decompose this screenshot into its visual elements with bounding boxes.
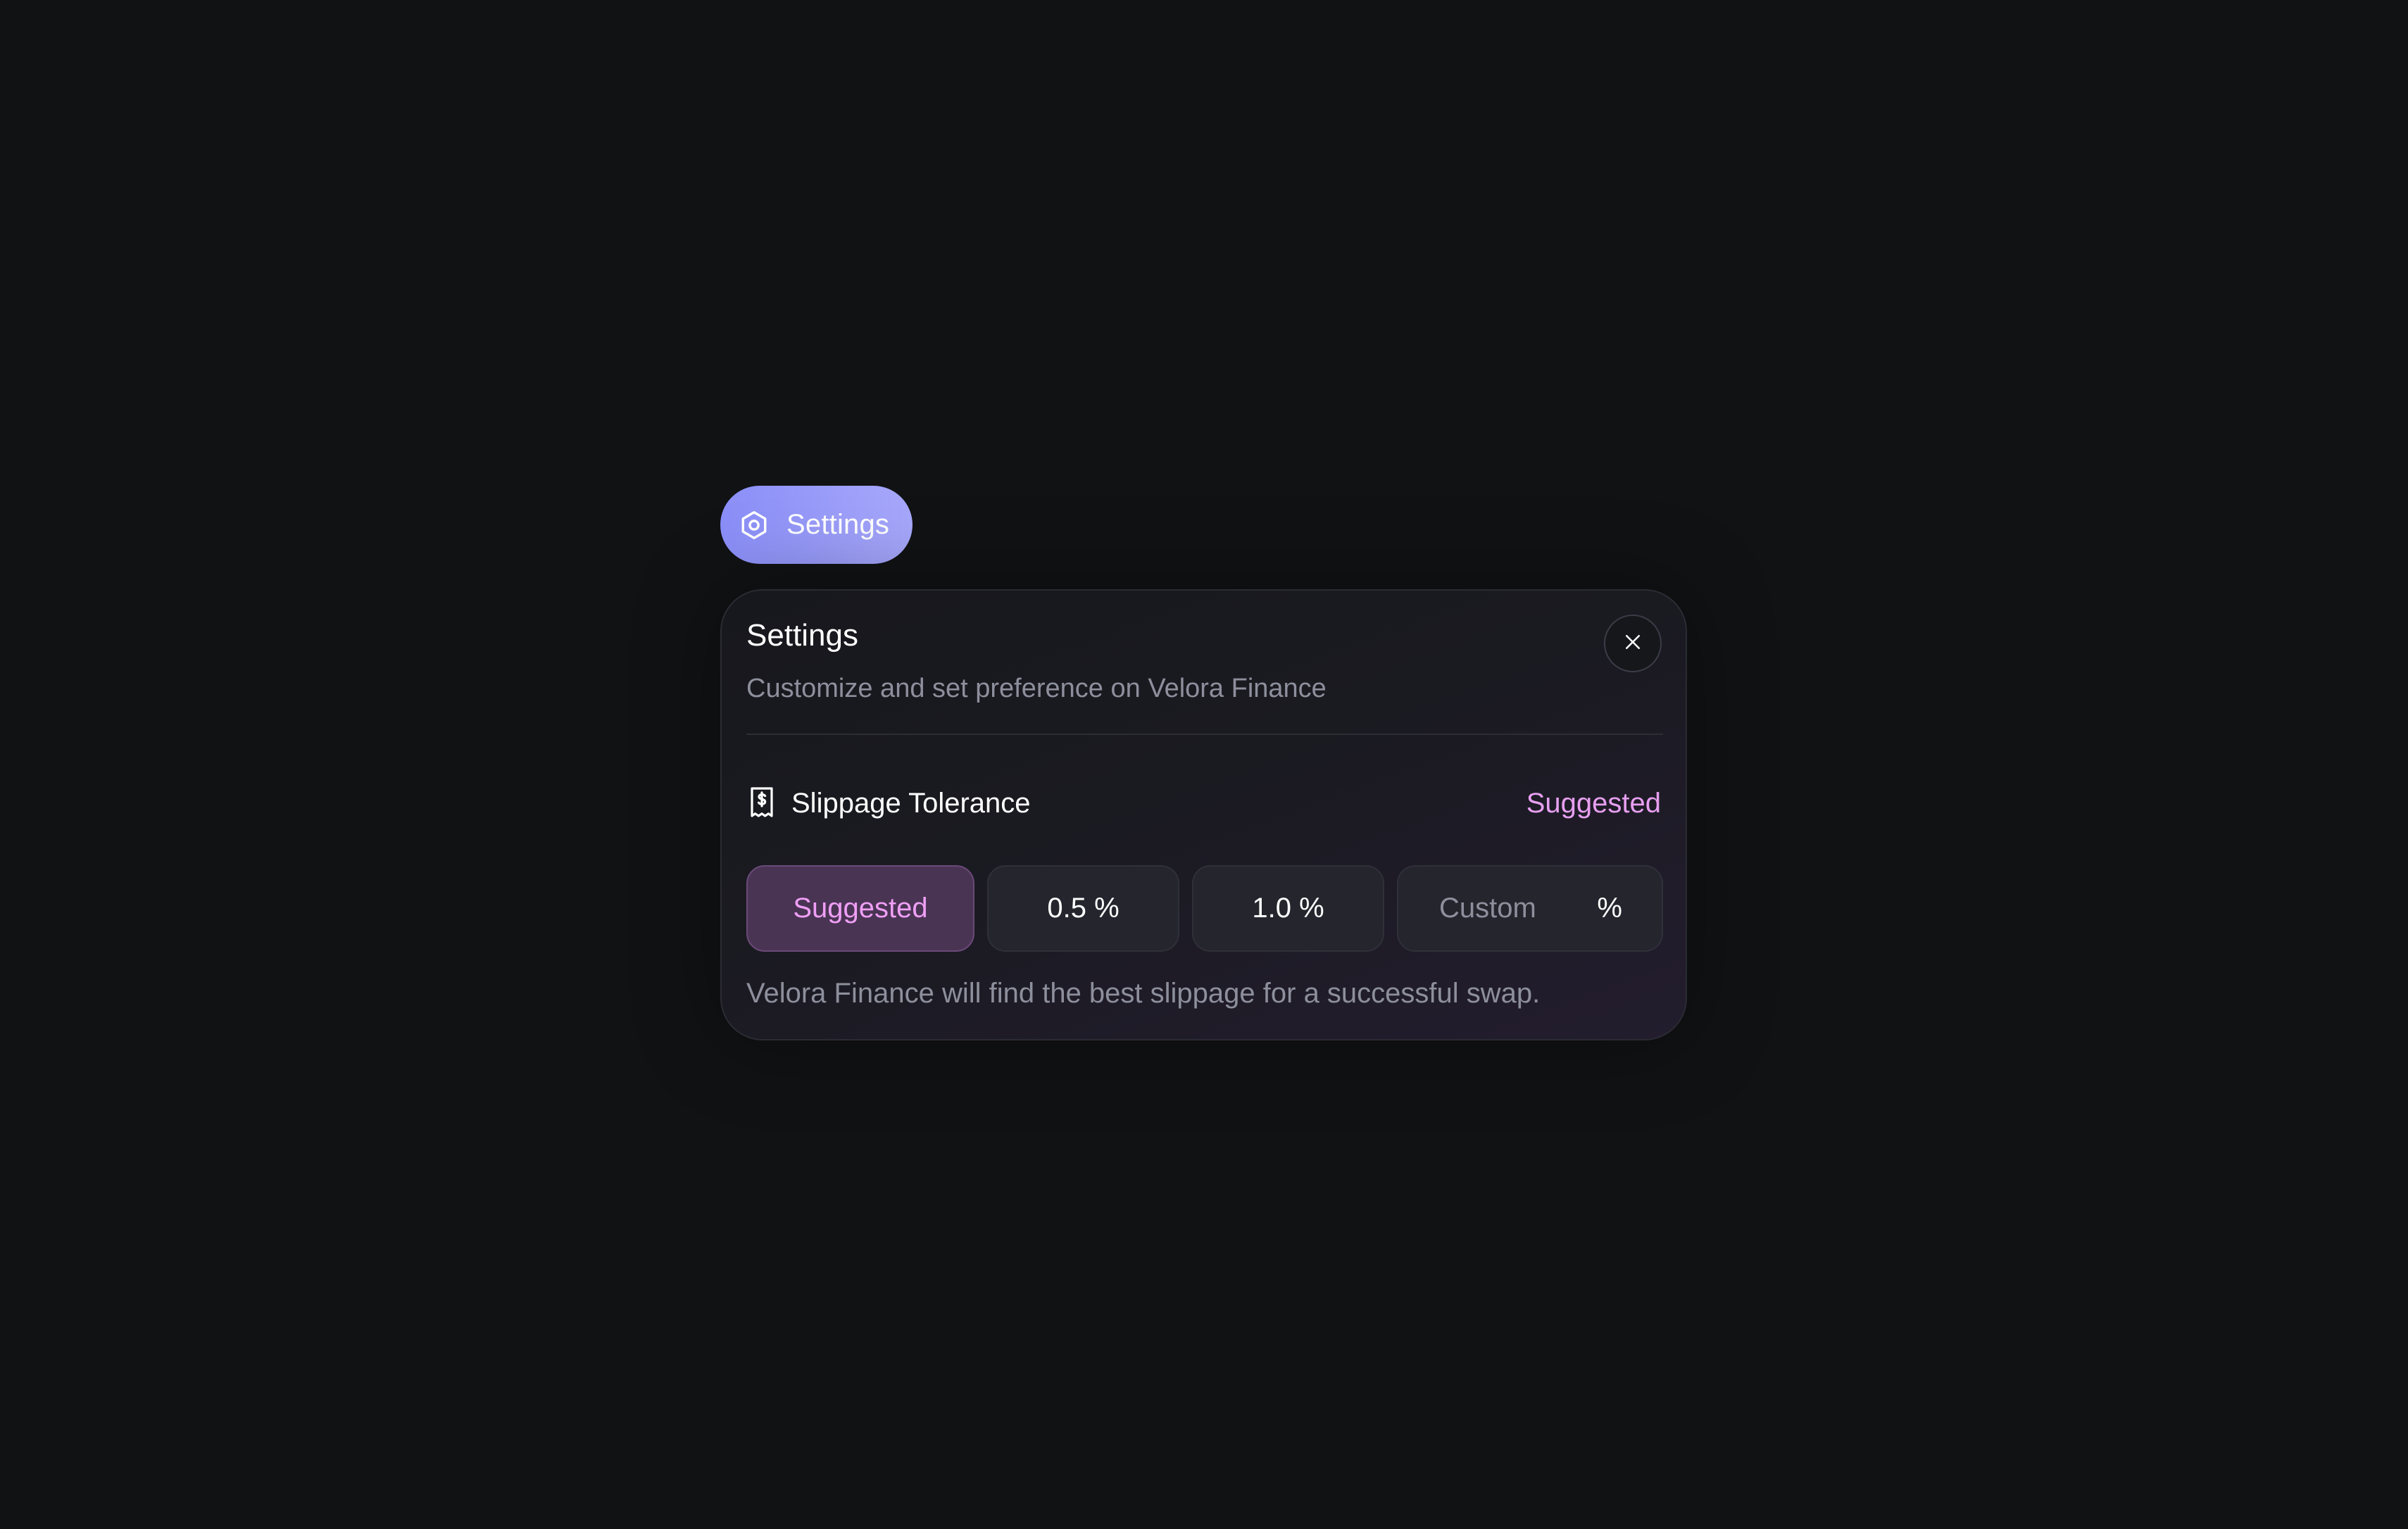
percent-unit: % (1597, 893, 1622, 924)
close-button[interactable] (1604, 615, 1662, 672)
slippage-label-row: Slippage Tolerance (746, 784, 1031, 822)
close-icon (1622, 631, 1643, 656)
slippage-option-1-0[interactable]: 1.0 % (1192, 865, 1384, 952)
divider (746, 734, 1663, 735)
panel-subtitle: Customize and set preference on Velora F… (746, 674, 1327, 703)
receipt-dollar-icon (746, 786, 777, 821)
slippage-custom-input[interactable] (1439, 893, 1559, 924)
slippage-label: Slippage Tolerance (791, 787, 1031, 819)
slippage-helper-text: Velora Finance will find the best slippa… (746, 978, 1541, 1009)
settings-trigger-button[interactable]: Settings (720, 486, 913, 564)
slippage-current-value: Suggested (1526, 788, 1661, 819)
settings-trigger-label: Settings (786, 509, 890, 540)
slippage-custom-field[interactable]: % (1397, 865, 1663, 952)
panel-title: Settings (746, 618, 858, 653)
slippage-option-suggested[interactable]: Suggested (746, 865, 974, 952)
settings-gear-icon (737, 508, 771, 542)
slippage-option-0-5[interactable]: 0.5 % (987, 865, 1179, 952)
settings-panel: Settings Customize and set preference on… (720, 589, 1687, 1040)
